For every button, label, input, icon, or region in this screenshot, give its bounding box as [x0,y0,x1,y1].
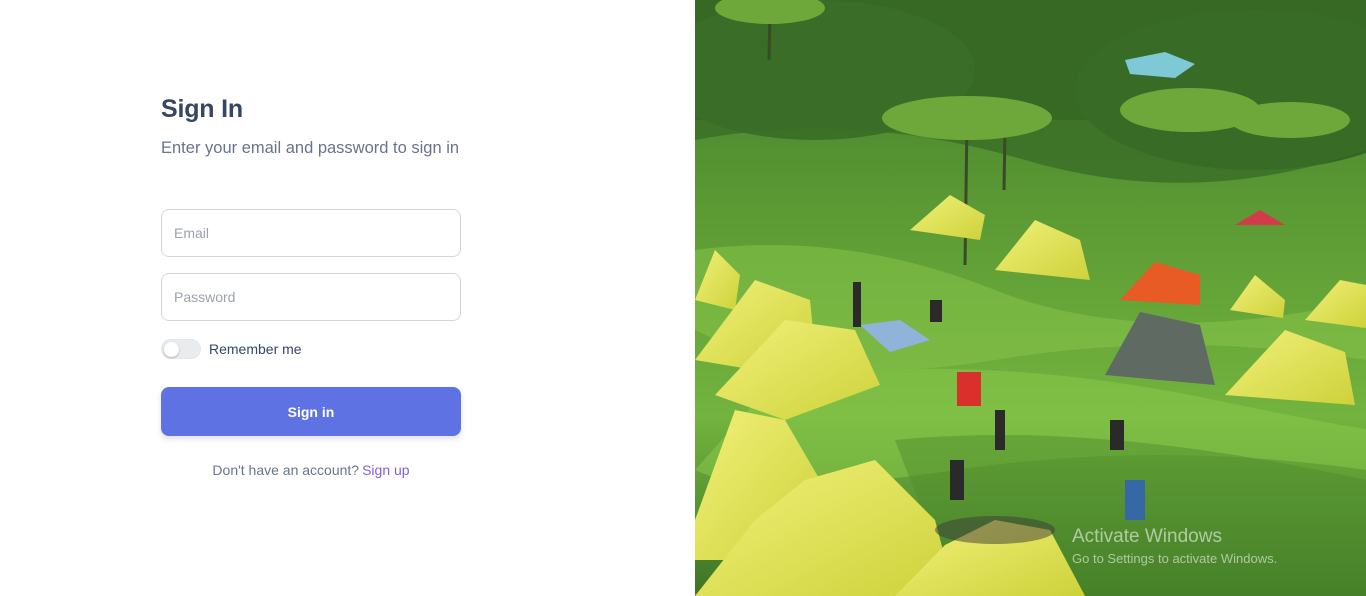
no-account-text: Don't have an account? [212,462,360,478]
sign-in-button[interactable]: Sign in [161,387,461,436]
hero-image-panel [695,0,1366,596]
campsite-photo [695,0,1366,596]
remember-me-row: Remember me [161,339,302,359]
watermark-subtitle: Go to Settings to activate Windows. [1072,551,1278,566]
password-field[interactable] [161,273,461,321]
email-field[interactable] [161,209,461,257]
password-input[interactable] [174,289,448,305]
page-title: Sign In [161,95,243,123]
watermark-title: Activate Windows [1072,526,1222,547]
sign-up-link[interactable]: Sign up [362,462,409,478]
remember-me-label[interactable]: Remember me [209,341,302,357]
windows-activation-watermark: Activate Windows Go to Settings to activ… [1072,526,1277,568]
toggle-knob [164,342,179,357]
signin-panel: Sign In Enter your email and password to… [0,0,695,596]
remember-me-toggle[interactable] [161,339,201,359]
signin-form: Sign In Enter your email and password to… [161,94,461,478]
page-subtitle: Enter your email and password to sign in [161,139,460,157]
email-input[interactable] [174,225,448,241]
signup-prompt: Don't have an account? Sign up [161,462,461,478]
